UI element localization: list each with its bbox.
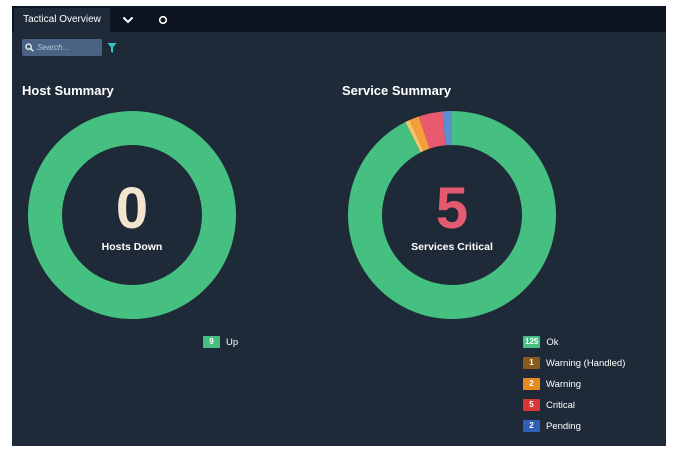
service-summary-donut: 5 Services Critical — [348, 111, 556, 319]
host-legend-count-badge: 9 — [203, 336, 220, 348]
search-input[interactable] — [34, 40, 97, 55]
service-legend-count-badge: 1 — [523, 357, 540, 369]
tab-tactical-overview[interactable]: Tactical Overview — [14, 8, 110, 32]
service-legend-count-badge: 2 — [523, 378, 540, 390]
service-legend-label: Warning — [546, 378, 582, 390]
services-critical-label: Services Critical — [411, 241, 493, 253]
services-critical-count: 5 — [436, 176, 468, 241]
service-legend-item-ok[interactable]: 125 Ok — [523, 335, 559, 349]
service-legend-count-badge: 2 — [523, 420, 540, 432]
refresh-icon — [158, 15, 168, 25]
filter-icon[interactable] — [107, 42, 117, 54]
service-legend-label: Pending — [546, 420, 581, 432]
service-legend-label: Ok — [546, 336, 559, 348]
service-legend-item-critical[interactable]: 5 Critical — [523, 398, 575, 412]
tactical-overview-window: Tactical Overview Host Summary 0 Hosts D… — [12, 6, 666, 446]
chevron-down-icon — [123, 16, 133, 23]
service-legend-label: Critical — [546, 399, 576, 411]
service-legend-label: Warning (Handled) — [546, 357, 626, 369]
tab-dropdown-button[interactable] — [116, 8, 140, 32]
refresh-button[interactable] — [151, 8, 175, 32]
service-legend-item-pending[interactable]: 2 Pending — [523, 419, 581, 433]
service-legend-item-warning-handled[interactable]: 1 Warning (Handled) — [523, 356, 625, 370]
hosts-down-label: Hosts Down — [102, 241, 163, 253]
host-legend-label: Up — [226, 336, 239, 348]
service-legend-count-badge: 125 — [523, 336, 541, 348]
hosts-down-count: 0 — [116, 176, 148, 241]
host-summary-donut: 0 Hosts Down — [28, 111, 236, 319]
service-summary-title: Service Summary — [342, 83, 452, 98]
service-legend-item-warning[interactable]: 2 Warning — [523, 377, 581, 391]
tab-bar: Tactical Overview — [12, 6, 666, 32]
service-legend-count-badge: 5 — [523, 399, 540, 411]
host-legend-item-up[interactable]: 9 Up — [203, 335, 238, 349]
search-icon — [25, 43, 34, 52]
search-box[interactable] — [22, 39, 102, 56]
host-summary-title: Host Summary — [22, 83, 114, 98]
